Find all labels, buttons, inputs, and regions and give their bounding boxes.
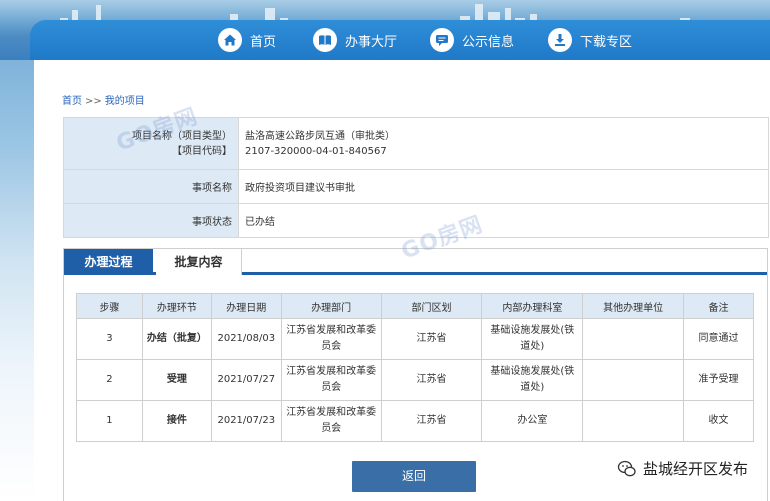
home-icon bbox=[218, 28, 242, 52]
nav-item-home[interactable]: 首页 bbox=[218, 26, 276, 54]
office-cell: 基础设施发展处(铁道处) bbox=[481, 318, 584, 360]
other-unit-cell bbox=[582, 318, 685, 360]
item-status-value: 已办结 bbox=[238, 203, 769, 238]
project-info-table: 项目名称（项目类型） 【项目代码】 盐洛高速公路步凤互通（审批类） 2107-3… bbox=[63, 117, 769, 238]
region-cell: 江苏省 bbox=[380, 359, 483, 401]
other-unit-cell bbox=[582, 359, 685, 401]
column-header: 办理日期 bbox=[210, 293, 282, 319]
download-icon bbox=[548, 28, 572, 52]
nav-item-public-info[interactable]: 公示信息 bbox=[430, 26, 514, 54]
date-cell: 2021/07/23 bbox=[210, 400, 282, 442]
item-name-value: 政府投资项目建议书审批 bbox=[238, 169, 769, 204]
breadcrumb-separator: >> bbox=[85, 96, 102, 107]
stage-cell: 办结（批复） bbox=[141, 318, 212, 360]
tab-reply[interactable]: 批复内容 bbox=[156, 249, 242, 275]
item-status-label: 事项状态 bbox=[63, 203, 239, 238]
nav-label: 办事大厅 bbox=[345, 34, 398, 50]
step-cell: 2 bbox=[76, 359, 143, 401]
publisher-name: 盐城经开区发布 bbox=[642, 460, 748, 478]
publisher-mark: 盐城经开区发布 bbox=[617, 458, 748, 479]
main-nav: 首页 办事大厅 公示信息 下载专区 bbox=[30, 20, 770, 60]
project-name-value: 盐洛高速公路步凤互通（审批类） 2107-320000-04-01-840567 bbox=[238, 117, 769, 170]
column-header: 内部办理科室 bbox=[481, 293, 584, 319]
dept-cell: 江苏省发展和改革委员会 bbox=[280, 359, 382, 401]
wechat-icon bbox=[617, 460, 636, 476]
column-header: 其他办理单位 bbox=[582, 293, 685, 319]
breadcrumb-current-link[interactable]: 我的项目 bbox=[105, 96, 145, 107]
dept-cell: 江苏省发展和改革委员会 bbox=[280, 318, 382, 360]
nav-label: 下载专区 bbox=[580, 34, 633, 50]
project-name-label: 项目名称（项目类型） 【项目代码】 bbox=[63, 117, 239, 170]
breadcrumb-home-link[interactable]: 首页 bbox=[62, 96, 82, 107]
date-cell: 2021/07/27 bbox=[210, 359, 282, 401]
date-cell: 2021/08/03 bbox=[210, 318, 282, 360]
main-content: 首页 >> 我的项目 项目名称（项目类型） 【项目代码】 盐洛高速公路步凤互通（审批… bbox=[34, 60, 770, 501]
column-header: 部门区划 bbox=[380, 293, 483, 319]
table-row: 2 受理 2021/07/27 江苏省发展和改革委员会 江苏省 基础设施发展处(… bbox=[76, 359, 754, 401]
tab-bar: 办理过程 批复内容 bbox=[64, 249, 767, 275]
stage-cell: 接件 bbox=[141, 400, 212, 442]
chat-icon bbox=[430, 28, 454, 52]
column-header: 办理部门 bbox=[280, 293, 382, 319]
tab-process[interactable]: 办理过程 bbox=[64, 249, 153, 275]
table-row: 3 办结（批复） 2021/08/03 江苏省发展和改革委员会 江苏省 基础设施… bbox=[76, 318, 754, 360]
nav-item-service-hall[interactable]: 办事大厅 bbox=[313, 26, 397, 54]
region-cell: 江苏省 bbox=[380, 318, 483, 360]
stage-cell: 受理 bbox=[141, 359, 212, 401]
other-unit-cell bbox=[582, 400, 685, 442]
back-button[interactable]: 返回 bbox=[352, 461, 476, 492]
note-cell: 同意通过 bbox=[683, 318, 754, 360]
header-banner: 首页 办事大厅 公示信息 下载专区 bbox=[0, 0, 770, 60]
table-header-row: 步骤 办理环节 办理日期 办理部门 部门区划 内部办理科室 其他办理单位 备注 bbox=[76, 293, 754, 319]
book-icon bbox=[313, 28, 337, 52]
nav-item-downloads[interactable]: 下载专区 bbox=[548, 26, 632, 54]
office-cell: 办公室 bbox=[481, 400, 584, 442]
breadcrumb: 首页 >> 我的项目 bbox=[62, 92, 145, 107]
item-name-label: 事项名称 bbox=[63, 169, 239, 204]
dept-cell: 江苏省发展和改革委员会 bbox=[280, 400, 382, 442]
office-cell: 基础设施发展处(铁道处) bbox=[481, 359, 584, 401]
column-header: 备注 bbox=[683, 293, 754, 319]
column-header: 办理环节 bbox=[141, 293, 212, 319]
column-header: 步骤 bbox=[76, 293, 143, 319]
step-cell: 3 bbox=[76, 318, 143, 360]
note-cell: 收文 bbox=[683, 400, 754, 442]
region-cell: 江苏省 bbox=[380, 400, 483, 442]
note-cell: 准予受理 bbox=[683, 359, 754, 401]
process-table: 步骤 办理环节 办理日期 办理部门 部门区划 内部办理科室 其他办理单位 备注 … bbox=[76, 293, 754, 442]
decorative-side-image bbox=[0, 60, 34, 501]
step-cell: 1 bbox=[76, 400, 143, 442]
table-row: 1 接件 2021/07/23 江苏省发展和改革委员会 江苏省 办公室 收文 bbox=[76, 400, 754, 442]
nav-label: 首页 bbox=[250, 34, 277, 50]
nav-label: 公示信息 bbox=[462, 34, 515, 50]
